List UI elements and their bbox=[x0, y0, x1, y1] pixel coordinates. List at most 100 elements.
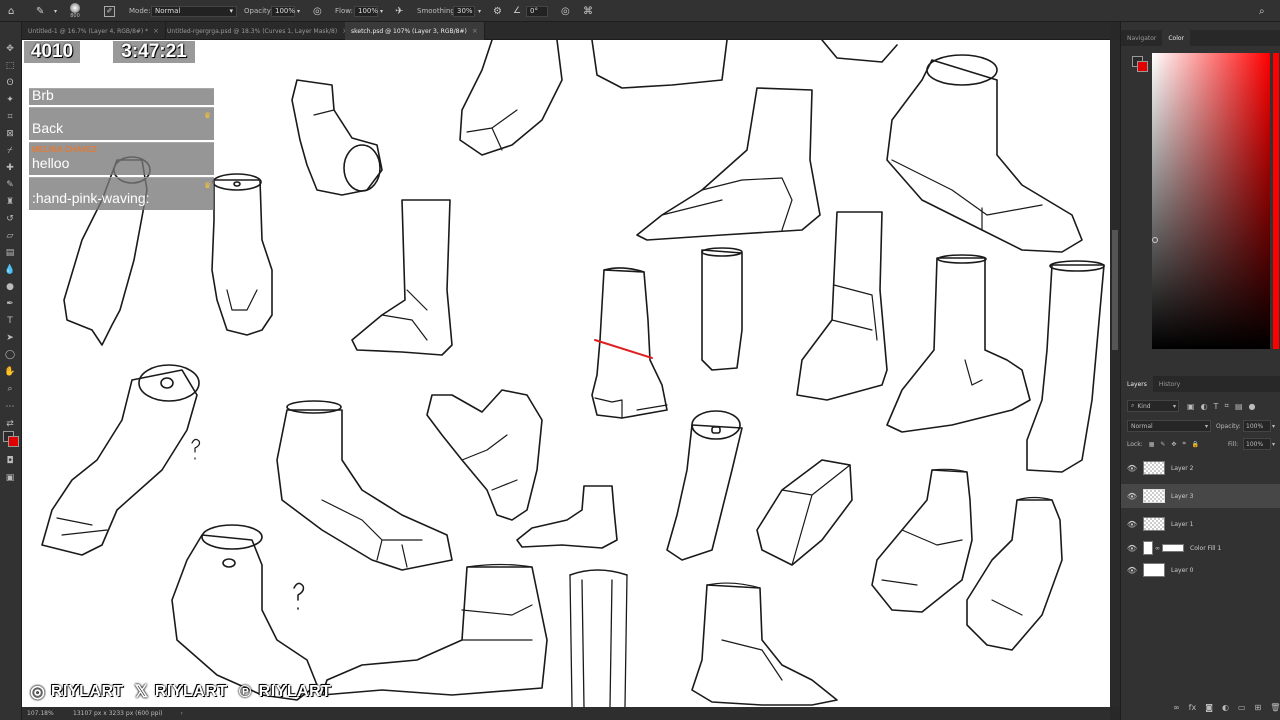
adjustment-layer-icon[interactable]: ◐ bbox=[1222, 703, 1229, 712]
tab-color[interactable]: Color bbox=[1162, 30, 1191, 46]
fx-icon[interactable]: fx bbox=[1189, 703, 1197, 712]
image-filter-icon[interactable]: ▣ bbox=[1187, 402, 1195, 411]
lasso-tool-icon[interactable]: ʘ bbox=[3, 76, 17, 90]
tab-history[interactable]: History bbox=[1153, 376, 1186, 392]
fill-label: Fill: bbox=[1228, 440, 1239, 448]
swap-colors-icon[interactable]: ⇄ bbox=[3, 417, 17, 431]
angle-field[interactable]: 0° bbox=[526, 5, 548, 17]
chat-text: Back bbox=[32, 120, 64, 136]
eraser-tool-icon[interactable]: ▱ bbox=[3, 229, 17, 243]
close-icon[interactable]: × bbox=[153, 27, 159, 35]
delete-layer-icon[interactable]: 🗑 bbox=[1270, 703, 1280, 712]
blur-tool-icon[interactable]: 💧 bbox=[3, 263, 17, 277]
adjustment-filter-icon[interactable]: ◐ bbox=[1201, 402, 1208, 411]
eye-icon[interactable]: 👁 bbox=[1121, 520, 1143, 529]
blend-mode-select[interactable]: Normal ▾ bbox=[1127, 420, 1211, 432]
layer-opacity-field[interactable]: 100% bbox=[1243, 420, 1271, 432]
eyedropper-tool-icon[interactable]: ⌿ bbox=[3, 144, 17, 158]
clone-stamp-tool-icon[interactable]: ♜ bbox=[3, 195, 17, 209]
filter-toggle-icon[interactable]: ● bbox=[1249, 402, 1256, 411]
eye-icon[interactable]: 👁 bbox=[1121, 566, 1143, 575]
path-selection-tool-icon[interactable]: ➤ bbox=[3, 331, 17, 345]
smoothing-field[interactable]: 30% bbox=[453, 5, 475, 17]
mode-select[interactable]: Normal ▾ bbox=[151, 5, 237, 17]
new-layer-icon[interactable]: ⊞ bbox=[1255, 703, 1262, 712]
home-icon[interactable]: ⌂ bbox=[8, 0, 14, 22]
background-color-swatch[interactable] bbox=[8, 436, 19, 447]
pressure-opacity-icon[interactable]: ◎ bbox=[313, 0, 322, 22]
shape-filter-icon[interactable]: ⌗ bbox=[1224, 401, 1229, 411]
lock-position-icon[interactable]: ✥ bbox=[1171, 441, 1176, 448]
hand-tool-icon[interactable]: ✋ bbox=[3, 365, 17, 379]
add-mask-icon[interactable]: ◙ bbox=[1205, 703, 1213, 712]
scrollbar-thumb[interactable] bbox=[1112, 230, 1118, 350]
type-tool-icon[interactable]: T bbox=[3, 314, 17, 328]
more-tools-icon[interactable]: ⋯ bbox=[3, 400, 17, 414]
tab-sketch[interactable]: sketch.psd @ 107% (Layer 3, RGB/8#) × bbox=[345, 22, 485, 40]
eye-icon[interactable]: 👁 bbox=[1121, 544, 1143, 553]
eye-icon[interactable]: 👁 bbox=[1121, 492, 1143, 501]
chevron-down-icon[interactable]: ▾ bbox=[1272, 420, 1275, 432]
layer-filter-select[interactable]: ⌕ Kind ▾ bbox=[1127, 400, 1179, 412]
eye-icon[interactable]: 👁 bbox=[1121, 464, 1143, 473]
zoom-tool-icon[interactable]: ⌕ bbox=[3, 382, 17, 396]
marquee-tool-icon[interactable]: ⬚ bbox=[3, 59, 17, 73]
history-brush-tool-icon[interactable]: ↺ bbox=[3, 212, 17, 226]
brush-tool-icon[interactable]: ✎ bbox=[3, 178, 17, 192]
shape-tool-icon[interactable]: ◯ bbox=[3, 348, 17, 362]
smart-object-filter-icon[interactable]: ▤ bbox=[1235, 402, 1243, 411]
layer-row-layer-2[interactable]: 👁 Layer 2 bbox=[1121, 456, 1280, 480]
chevron-right-icon[interactable]: › bbox=[181, 710, 183, 717]
chevron-down-icon[interactable]: ▾ bbox=[1272, 438, 1275, 450]
move-tool-icon[interactable]: ✥ bbox=[3, 42, 17, 56]
lock-transparency-icon[interactable]: ▦ bbox=[1149, 441, 1155, 448]
search-icon[interactable]: ⌕ bbox=[1259, 0, 1265, 22]
quick-mask-icon[interactable]: ◘ bbox=[3, 454, 17, 468]
pen-tool-icon[interactable]: ✒ bbox=[3, 297, 17, 311]
tab-untitled-1[interactable]: Untitled-1 @ 16.7% (Layer 4, RGB/8#) * × bbox=[22, 22, 167, 40]
screen-mode-icon[interactable]: ▣ bbox=[3, 471, 17, 485]
brush-preset-picker[interactable]: 800 bbox=[70, 0, 80, 22]
crop-tool-icon[interactable]: ⌗ bbox=[3, 110, 17, 124]
airbrush-icon[interactable]: ✈ bbox=[395, 0, 403, 22]
tab-layers[interactable]: Layers bbox=[1121, 376, 1153, 392]
close-icon[interactable]: × bbox=[472, 27, 478, 35]
frame-tool-icon[interactable]: ⊠ bbox=[3, 127, 17, 141]
hue-slider[interactable] bbox=[1273, 53, 1279, 349]
layer-row-layer-1[interactable]: 👁 Layer 1 bbox=[1121, 512, 1280, 536]
tab-navigator[interactable]: Navigator bbox=[1121, 30, 1162, 46]
color-picker-field[interactable] bbox=[1152, 53, 1270, 349]
vertical-scrollbar[interactable] bbox=[1110, 40, 1120, 707]
zoom-level[interactable]: 107.18% bbox=[27, 710, 73, 717]
type-filter-icon[interactable]: T bbox=[1214, 402, 1219, 411]
brush-tool-icon[interactable]: ✎ bbox=[36, 0, 44, 22]
gradient-tool-icon[interactable]: ▤ bbox=[3, 246, 17, 260]
lock-artboard-icon[interactable]: ⌗ bbox=[1182, 440, 1185, 448]
lock-pixels-icon[interactable]: ✎ bbox=[1160, 441, 1165, 448]
document-info[interactable]: 13107 px x 3233 px (600 ppi) bbox=[73, 710, 163, 717]
chevron-down-icon[interactable]: ▾ bbox=[297, 0, 300, 22]
x-handle: RIYLART bbox=[154, 683, 228, 700]
layer-row-layer-0[interactable]: 👁 Layer 0 bbox=[1121, 558, 1280, 582]
background-color-swatch[interactable] bbox=[1137, 61, 1148, 72]
dropdown-chevron-icon[interactable]: ▾ bbox=[54, 0, 57, 22]
flow-field[interactable]: 100% bbox=[354, 5, 378, 17]
lock-all-icon[interactable]: 🔒 bbox=[1192, 441, 1199, 448]
color-picker-cursor[interactable] bbox=[1152, 237, 1158, 243]
pressure-size-icon[interactable]: ◎ bbox=[561, 0, 570, 22]
dodge-tool-icon[interactable]: ● bbox=[3, 280, 17, 294]
opacity-field[interactable]: 100% bbox=[271, 5, 295, 17]
layer-row-color-fill-1[interactable]: 👁 ∞ Color Fill 1 bbox=[1121, 536, 1280, 560]
chevron-down-icon[interactable]: ▾ bbox=[478, 0, 481, 22]
layer-row-layer-3[interactable]: 👁 Layer 3 bbox=[1121, 484, 1280, 508]
layer-fill-field[interactable]: 100% bbox=[1243, 438, 1271, 450]
healing-brush-tool-icon[interactable]: ✚ bbox=[3, 161, 17, 175]
link-layers-icon[interactable]: ∞ bbox=[1173, 703, 1180, 712]
tab-untitled-rgergrga[interactable]: Untitled-rgergrga.psd @ 18.3% (Curves 1,… bbox=[161, 22, 356, 40]
magic-wand-tool-icon[interactable]: ✦ bbox=[3, 93, 17, 107]
chevron-down-icon[interactable]: ▾ bbox=[380, 0, 383, 22]
symmetry-icon[interactable]: ⌘ bbox=[583, 0, 593, 22]
gear-icon[interactable]: ⚙ bbox=[493, 0, 502, 22]
brush-settings-icon[interactable]: ✐ bbox=[104, 0, 115, 22]
new-group-icon[interactable]: ▭ bbox=[1238, 703, 1246, 712]
